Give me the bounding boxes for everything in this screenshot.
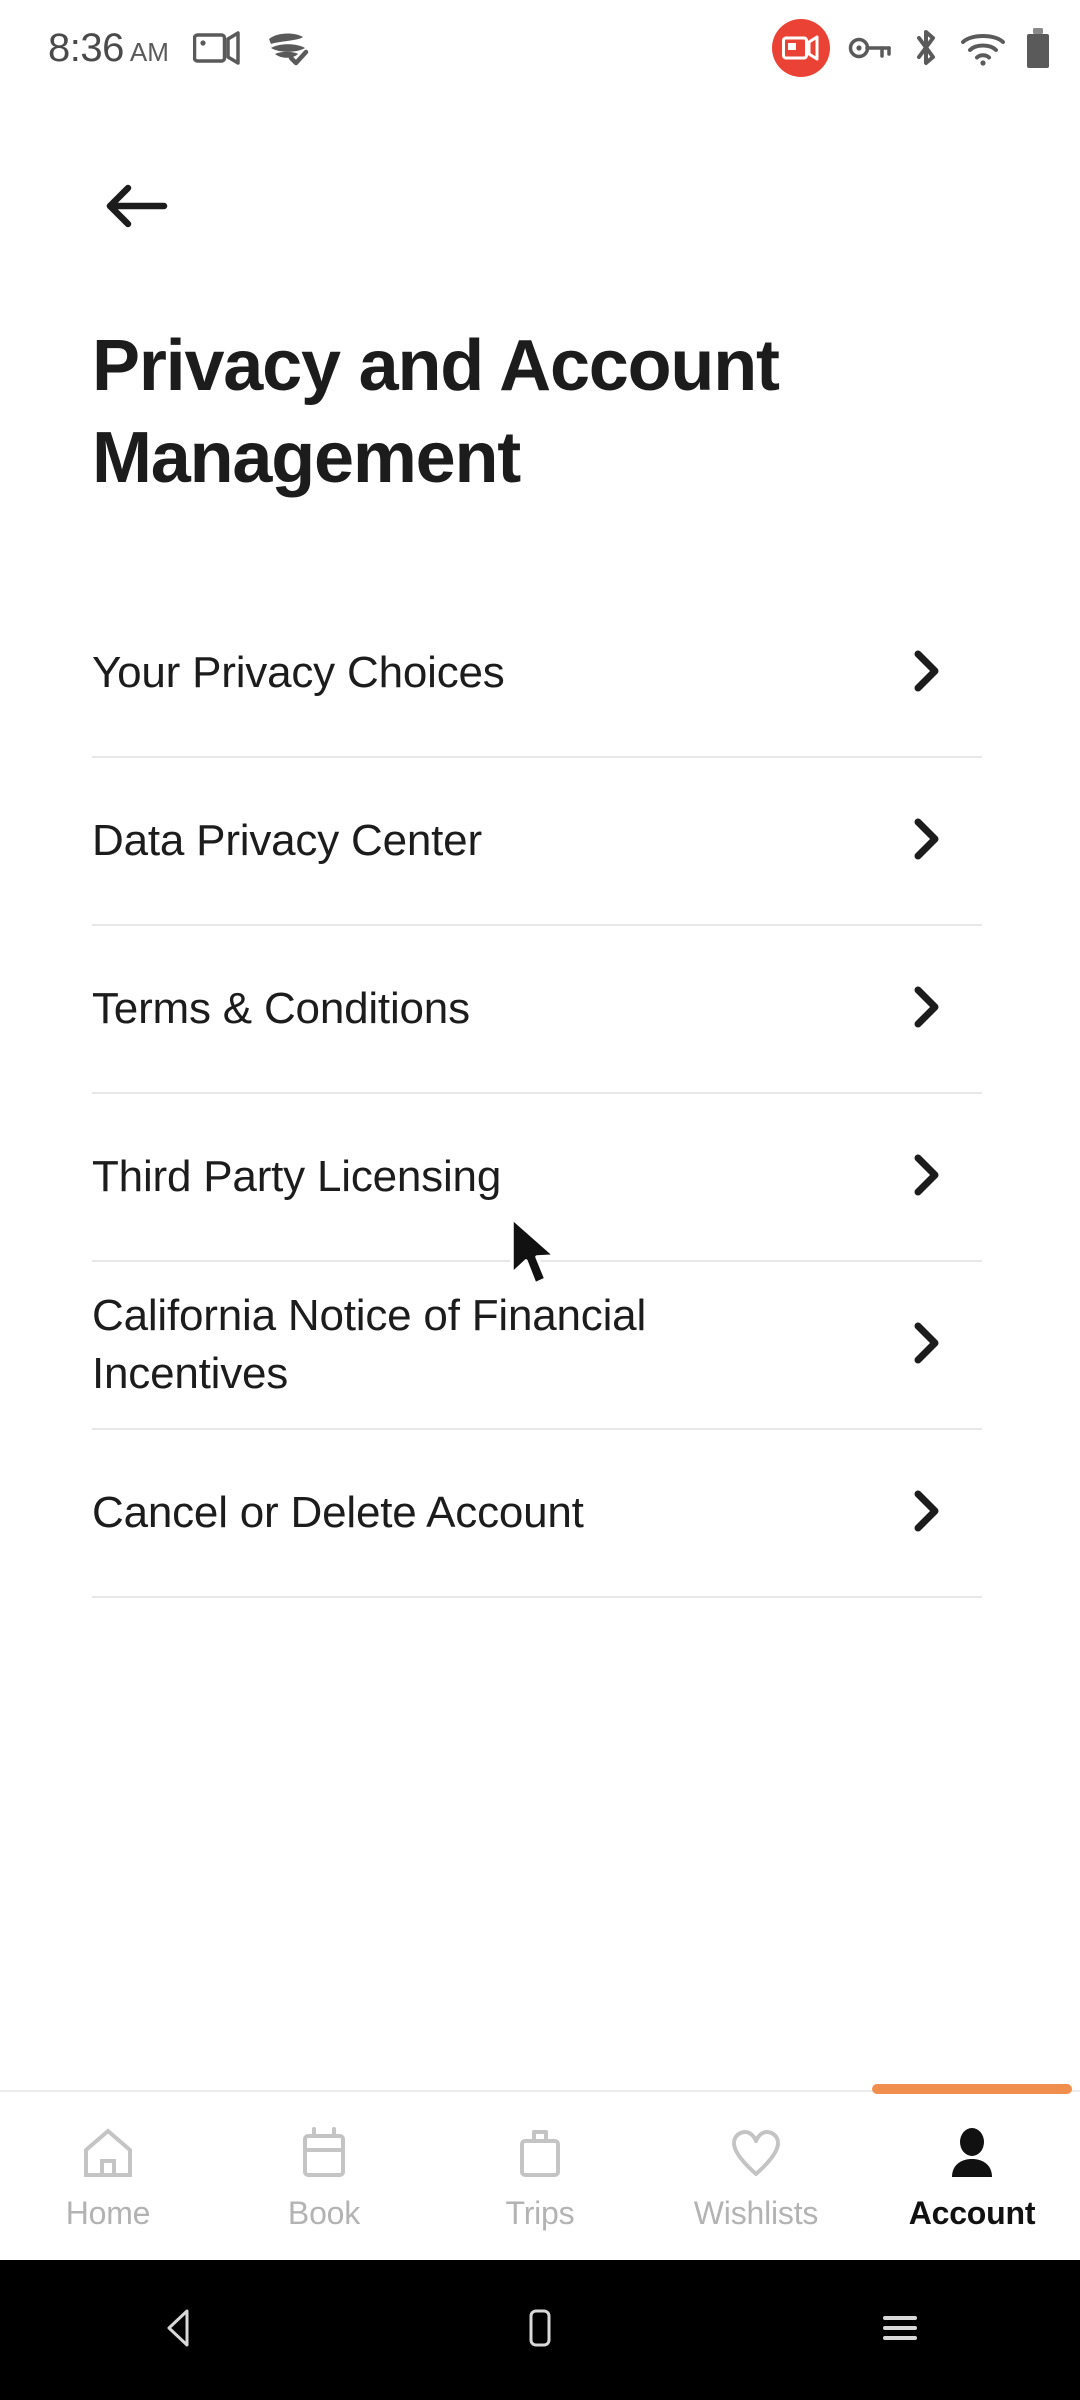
- list-item-cancel-or-delete-account[interactable]: Cancel or Delete Account: [92, 1430, 982, 1598]
- screen-record-camera-icon: [192, 30, 241, 66]
- back-button[interactable]: [96, 168, 176, 248]
- status-bar-clock: 8:36 AM: [48, 26, 169, 71]
- tab-label: Book: [287, 2194, 361, 2231]
- tab-label: Trips: [505, 2194, 575, 2231]
- tab-wishlists[interactable]: Wishlists: [648, 2092, 864, 2262]
- tab-account[interactable]: Account: [864, 2084, 1080, 2262]
- android-home-icon: [513, 2301, 567, 2360]
- tab-trips[interactable]: Trips: [432, 2092, 648, 2262]
- battery-icon: [1024, 27, 1052, 69]
- tab-label: Home: [65, 2194, 151, 2231]
- settings-list: Your Privacy Choices Data Privacy Center…: [92, 590, 982, 1598]
- android-recents-button[interactable]: [840, 2270, 960, 2390]
- person-icon: [944, 2123, 1000, 2181]
- chevron-right-icon: [910, 1486, 944, 1541]
- list-item-label: Terms & Conditions: [92, 984, 470, 1033]
- active-tab-indicator: [872, 2084, 1072, 2094]
- briefcase-icon: [512, 2123, 568, 2181]
- bluetooth-icon: [910, 26, 942, 70]
- android-back-button[interactable]: [120, 2270, 240, 2390]
- list-item-label: Cancel or Delete Account: [92, 1488, 584, 1537]
- page-title: Privacy and Account Management: [92, 326, 780, 498]
- list-item-label: California Notice of Financial Incentive…: [92, 1291, 647, 1398]
- list-item-third-party-licensing[interactable]: Third Party Licensing: [92, 1094, 982, 1262]
- chevron-right-icon: [910, 1318, 944, 1373]
- chevron-right-icon: [910, 1150, 944, 1205]
- list-item-terms-and-conditions[interactable]: Terms & Conditions: [92, 926, 982, 1094]
- tab-label: Wishlists: [693, 2194, 819, 2231]
- status-bar-left: 8:36 AM: [48, 26, 309, 71]
- calendar-icon: [296, 2123, 352, 2181]
- list-item-label: Data Privacy Center: [92, 816, 482, 865]
- chevron-right-icon: [910, 646, 944, 701]
- list-item-your-privacy-choices[interactable]: Your Privacy Choices: [92, 590, 982, 758]
- android-recents-icon: [873, 2301, 927, 2360]
- wifi-icon: [960, 30, 1006, 66]
- screen-recording-active-icon: [772, 19, 830, 77]
- status-bar: 8:36 AM: [0, 0, 1080, 96]
- list-item-label: Third Party Licensing: [92, 1152, 502, 1201]
- list-item-california-notice-of-financial-incentives[interactable]: California Notice of Financial Incentive…: [92, 1262, 982, 1430]
- vpn-key-icon: [848, 33, 892, 63]
- android-back-icon: [153, 2301, 207, 2360]
- chevron-right-icon: [910, 982, 944, 1037]
- back-arrow-icon: [104, 180, 168, 237]
- list-item-label: Your Privacy Choices: [92, 648, 505, 697]
- tab-label: Account: [908, 2194, 1036, 2231]
- bottom-tab-bar: Home Book Trips Wishlists Account: [0, 2084, 1080, 2262]
- tab-book[interactable]: Book: [216, 2092, 432, 2262]
- tab-home[interactable]: Home: [0, 2092, 216, 2262]
- clock-time: 8:36: [48, 25, 124, 70]
- home-icon: [80, 2123, 136, 2181]
- heart-icon: [728, 2123, 784, 2181]
- status-bar-right: [772, 19, 1052, 77]
- clock-ampm: AM: [129, 36, 169, 67]
- android-navigation-bar: [0, 2260, 1080, 2400]
- list-item-data-privacy-center[interactable]: Data Privacy Center: [92, 758, 982, 926]
- vpn-check-icon: [265, 28, 309, 68]
- phone-screen: 8:36 AM Privacy and Account Management Y…: [0, 0, 1080, 2400]
- android-home-button[interactable]: [480, 2270, 600, 2390]
- chevron-right-icon: [910, 814, 944, 869]
